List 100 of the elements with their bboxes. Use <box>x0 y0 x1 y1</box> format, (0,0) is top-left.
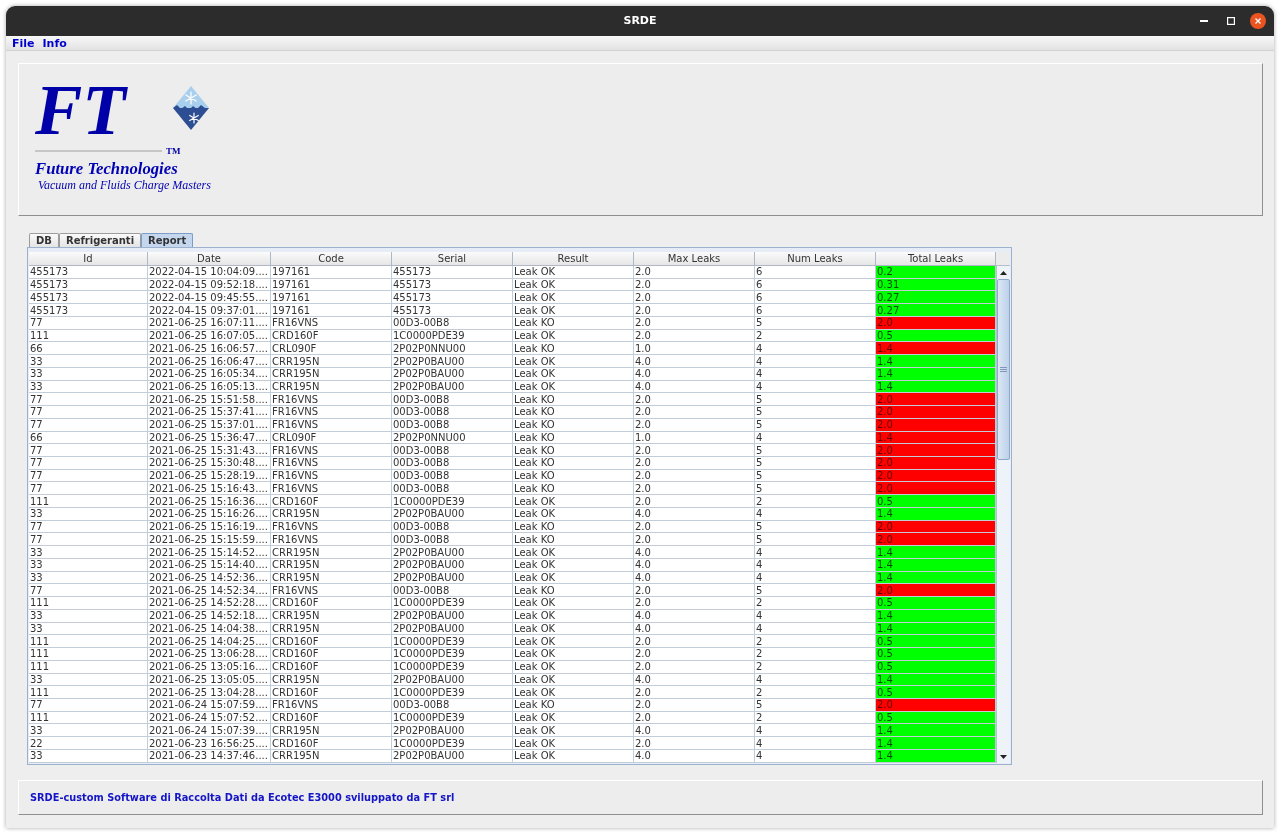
table-cell: 4.0 <box>634 355 755 368</box>
table-cell: 2021-06-25 16:06:57.... <box>148 342 271 356</box>
tab[interactable]: Report <box>141 233 194 247</box>
table-cell: 455173 <box>392 278 513 292</box>
table-cell: 2P02P0BAU00 <box>392 367 513 381</box>
tab[interactable]: Refrigeranti <box>58 233 142 247</box>
table-cell: CRR195N <box>271 571 392 585</box>
table-cell: CRR195N <box>271 724 392 738</box>
table-cell: 2.0 <box>634 482 755 496</box>
table-cell: FR16VNS <box>271 457 392 470</box>
table-cell: 2P02P0BAU00 <box>392 749 513 763</box>
table-cell: 2P02P0NNU00 <box>392 431 513 445</box>
table-cell: 00D3-00B8 <box>392 482 513 496</box>
table-cell: Leak OK <box>513 724 634 738</box>
company-name: Future Technologies <box>35 160 178 178</box>
table-cell: 5 <box>755 418 876 432</box>
table-cell: 4 <box>755 622 876 636</box>
table-cell: 2021-06-25 15:14:52.... <box>148 546 271 559</box>
tab[interactable]: DB <box>29 233 59 247</box>
table-cell: 0.27 <box>876 304 996 317</box>
table-cell: 77 <box>29 520 148 534</box>
table-cell: 2.0 <box>634 329 755 343</box>
table-cell: 1.4 <box>876 342 996 356</box>
table-cell: Leak KO <box>513 469 634 483</box>
column-header: Date <box>148 252 271 266</box>
table-cell: 2.0 <box>634 291 755 305</box>
table-cell: 2.0 <box>876 444 996 457</box>
table-cell: FR16VNS <box>271 393 392 407</box>
table-cell: 00D3-00B8 <box>392 584 513 598</box>
table-cell: CRD160F <box>271 686 392 699</box>
table-cell: 2021-06-24 15:07:59.... <box>148 698 271 712</box>
table-cell: 2021-06-25 15:36:47.... <box>148 431 271 445</box>
table-cell: 33 <box>29 749 148 763</box>
table-cell: 111 <box>29 597 148 610</box>
table-cell: Leak OK <box>513 367 634 381</box>
table-cell: 2 <box>755 495 876 508</box>
table-cell: 2P02P0NNU00 <box>392 342 513 356</box>
scroll-down-button[interactable] <box>996 750 1010 763</box>
table-cell: FR16VNS <box>271 482 392 496</box>
table-cell: 77 <box>29 469 148 483</box>
table-cell: Leak OK <box>513 737 634 750</box>
table-cell: Leak OK <box>513 635 634 649</box>
table-cell: 2021-06-25 13:05:16.... <box>148 660 271 674</box>
table-cell: 2021-06-25 14:52:28.... <box>148 597 271 610</box>
table-cell: 6 <box>755 278 876 292</box>
table-cell: 2.0 <box>876 533 996 547</box>
table-cell: 0.27 <box>876 291 996 305</box>
table-cell: 2P02P0BAU00 <box>392 380 513 394</box>
table-cell: 2.0 <box>634 648 755 661</box>
table-cell: Leak KO <box>513 431 634 445</box>
table-cell: 77 <box>29 482 148 496</box>
table-cell: CRR195N <box>271 749 392 763</box>
table-cell: CRD160F <box>271 648 392 661</box>
table-cell: Leak KO <box>513 533 634 547</box>
close-button[interactable] <box>1250 13 1266 29</box>
table-cell: FR16VNS <box>271 444 392 457</box>
table-cell: 0.5 <box>876 495 996 508</box>
menu-item[interactable]: File <box>12 36 35 50</box>
table-cell: 2021-06-25 15:37:41.... <box>148 406 271 419</box>
table-cell: 2.0 <box>876 406 996 419</box>
company-tagline: Vacuum and Fluids Charge Masters <box>38 178 211 193</box>
table-cell: 33 <box>29 367 148 381</box>
table-cell: 111 <box>29 648 148 661</box>
table-cell: 455173 <box>392 304 513 317</box>
column-header: Result <box>513 252 634 266</box>
table-cell: FR16VNS <box>271 469 392 483</box>
table-cell: 4.0 <box>634 673 755 687</box>
table-cell: CRD160F <box>271 737 392 750</box>
table-cell: 2.0 <box>876 584 996 598</box>
table-cell: 33 <box>29 507 148 521</box>
table-cell: 1.4 <box>876 724 996 738</box>
table-cell: CRR195N <box>271 673 392 687</box>
table-cell: 455173 <box>29 304 148 317</box>
column-header: Id <box>29 252 148 266</box>
table-cell: 197161 <box>271 304 392 317</box>
table-cell: 4.0 <box>634 380 755 394</box>
table-cell: 455173 <box>29 266 148 279</box>
down-arrow-icon <box>1000 754 1007 759</box>
table-cell: 2021-06-25 15:31:43.... <box>148 444 271 457</box>
table-cell: 1C0000PDE39 <box>392 711 513 725</box>
table-cell: 1.0 <box>634 431 755 445</box>
table-cell: 4 <box>755 571 876 585</box>
table-cell: 2.0 <box>634 278 755 292</box>
table-cell: Leak OK <box>513 609 634 623</box>
table-cell: CRR195N <box>271 622 392 636</box>
table-cell: Leak KO <box>513 444 634 457</box>
menu-item[interactable]: Info <box>42 36 67 50</box>
table-cell: 2021-06-24 15:07:39.... <box>148 724 271 738</box>
table-cell: 22 <box>29 737 148 750</box>
table-cell: 77 <box>29 444 148 457</box>
table-cell: 2.0 <box>634 520 755 534</box>
table-cell: Leak OK <box>513 329 634 343</box>
table-cell: 00D3-00B8 <box>392 418 513 432</box>
table-cell: 2021-06-25 14:52:18.... <box>148 609 271 623</box>
table-cell: 455173 <box>29 278 148 292</box>
table-cell: 2P02P0BAU00 <box>392 609 513 623</box>
table-cell: FR16VNS <box>271 520 392 534</box>
scroll-up-button[interactable] <box>996 266 1010 279</box>
scrollbar-thumb[interactable] <box>997 279 1010 460</box>
table-cell: 4.0 <box>634 571 755 585</box>
